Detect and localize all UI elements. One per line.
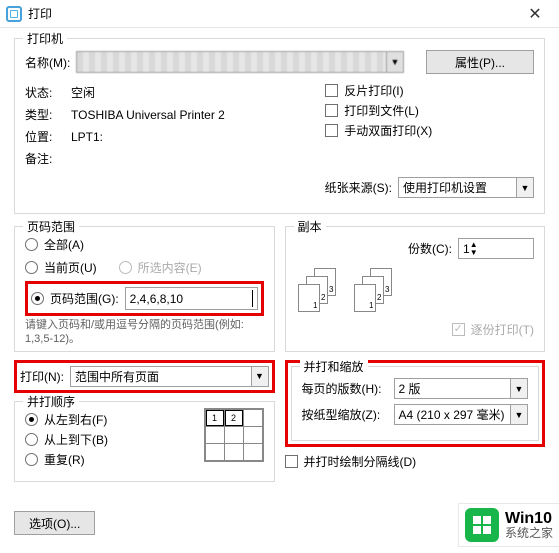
print-what-label: 打印(N): — [20, 368, 64, 385]
type-value: TOSHIBA Universal Printer 2 — [71, 108, 225, 122]
scale-to-paper-label: 按纸型缩放(Z): — [302, 406, 388, 423]
page-range-group: 页码范围 全部(A) 当前页(U) 所选内容(E) 页码范围(G): 2,4,6… — [14, 226, 275, 352]
chevron-down-icon: ▼ — [516, 178, 533, 197]
scale-legend: 并打和缩放 — [300, 358, 368, 375]
pages-all-radio[interactable]: 全部(A) — [25, 236, 264, 253]
watermark-line2: 系统之家 — [505, 527, 553, 540]
scale-to-paper-dropdown[interactable]: A4 (210 x 297 毫米)▼ — [394, 404, 529, 425]
manual-duplex-checkbox[interactable]: 手动双面打印(X) — [325, 122, 534, 139]
print-order-legend: 并打顺序 — [23, 393, 79, 410]
highlight-range: 页码范围(G): 2,4,6,8,10 — [25, 281, 264, 316]
chevron-down-icon: ▼ — [386, 52, 403, 72]
paper-source-dropdown[interactable]: 使用打印机设置 ▼ — [398, 177, 534, 198]
location-value: LPT1: — [71, 130, 103, 144]
status-value: 空闲 — [71, 84, 95, 101]
nup-preview-icon: 12 — [204, 408, 264, 462]
options-button[interactable]: 选项(O)... — [14, 511, 95, 535]
highlight-scale: 并打和缩放 每页的版数(H): 2 版▼ 按纸型缩放(Z): A4 (210 x… — [285, 360, 546, 447]
order-repeat-radio[interactable]: 重复(R) — [25, 451, 196, 468]
pages-selection-radio: 所选内容(E) — [119, 259, 202, 276]
scale-group: 并打和缩放 每页的版数(H): 2 版▼ 按纸型缩放(Z): A4 (210 x… — [291, 366, 540, 441]
print-to-file-checkbox[interactable]: 打印到文件(L) — [325, 102, 534, 119]
collate-checkbox: ✓逐份打印(T) — [296, 321, 535, 338]
properties-button[interactable]: 属性(P)... — [426, 50, 534, 74]
print-order-group: 并打顺序 从左到右(F) 从上到下(B) 重复(R) 12 — [14, 401, 275, 482]
copies-legend: 副本 — [294, 218, 326, 235]
name-label: 名称(M): — [25, 54, 70, 71]
spinner-icon[interactable]: ▲▼ — [470, 241, 485, 257]
chevron-down-icon: ▼ — [510, 405, 527, 424]
copies-label: 份数(C): — [408, 240, 452, 257]
printer-legend: 打印机 — [23, 30, 67, 47]
page-range-hint: 请键入页码和/或用逗号分隔的页码范围(例如: 1,3,5-12)。 — [25, 318, 264, 347]
watermark: Win10 系统之家 — [458, 503, 559, 547]
location-label: 位置: — [25, 128, 65, 145]
close-icon[interactable]: ✕ — [515, 0, 555, 27]
pages-per-sheet-dropdown[interactable]: 2 版▼ — [394, 378, 529, 399]
app-icon — [6, 6, 22, 22]
pages-current-radio[interactable]: 当前页(U) — [25, 259, 97, 276]
order-lr-radio[interactable]: 从左到右(F) — [25, 411, 196, 428]
highlight-print-what: 打印(N): 范围中所有页面 ▼ — [14, 360, 275, 393]
printer-group: 打印机 名称(M): ▼ 属性(P)... 状态:空闲 类型:TOSHIBA U… — [14, 38, 545, 214]
status-label: 状态: — [25, 84, 65, 101]
printer-name-dropdown[interactable]: ▼ — [76, 51, 404, 73]
chevron-down-icon: ▼ — [510, 379, 527, 398]
collate-preview-icon: 321 321 — [296, 264, 535, 318]
type-label: 类型: — [25, 106, 65, 123]
reverse-checkbox[interactable]: 反片打印(I) — [325, 82, 534, 99]
print-what-dropdown[interactable]: 范围中所有页面 ▼ — [70, 366, 269, 387]
watermark-line1: Win10 — [505, 510, 553, 528]
pages-per-sheet-label: 每页的版数(H): — [302, 380, 388, 397]
copies-group: 副本 份数(C): 1 ▲▼ 321 321 ✓逐份打印(T) — [285, 226, 546, 352]
chevron-down-icon: ▼ — [251, 367, 268, 386]
window-title: 打印 — [28, 5, 515, 22]
draw-lines-checkbox[interactable]: 并打时绘制分隔线(D) — [285, 453, 546, 470]
page-range-input[interactable]: 2,4,6,8,10 — [125, 287, 258, 310]
pages-range-radio[interactable]: 页码范围(G): 2,4,6,8,10 — [31, 287, 258, 310]
comment-label: 备注: — [25, 150, 65, 167]
order-tb-radio[interactable]: 从上到下(B) — [25, 431, 196, 448]
copies-spinner[interactable]: 1 ▲▼ — [458, 238, 534, 259]
page-range-legend: 页码范围 — [23, 218, 79, 235]
windows-icon — [465, 508, 499, 542]
paper-source-label: 纸张来源(S): — [325, 179, 392, 196]
